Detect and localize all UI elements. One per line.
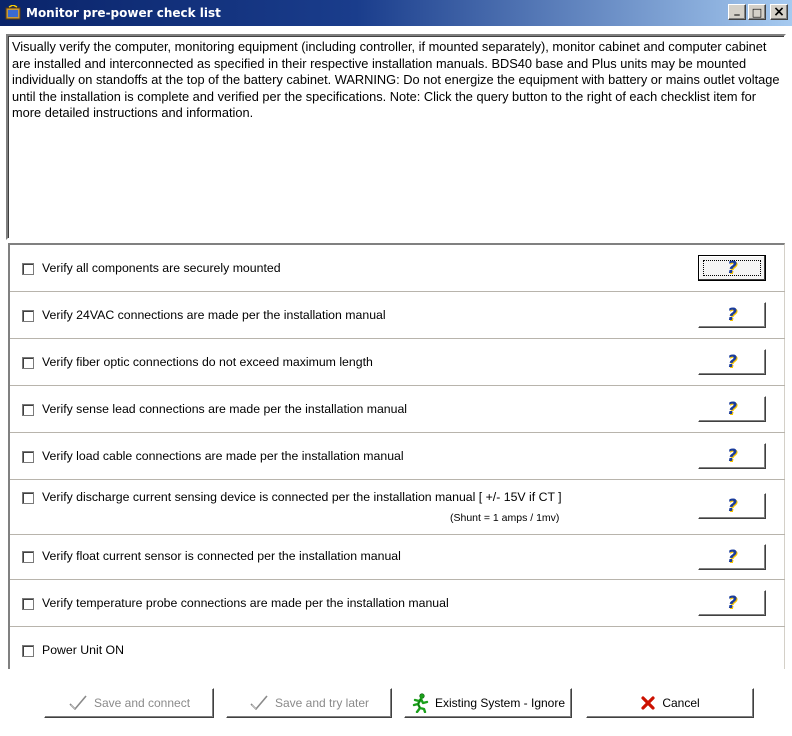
checklist-row: Verify discharge current sensing device … bbox=[10, 480, 785, 535]
cancel-label: Cancel bbox=[662, 696, 700, 710]
app-icon bbox=[4, 4, 22, 22]
checkbox-power-unit-on[interactable] bbox=[22, 645, 34, 657]
checkbox-fiber-optic-length[interactable] bbox=[22, 357, 34, 369]
checklist-item-label: Power Unit ON bbox=[42, 643, 125, 657]
maximize-button[interactable]: □ bbox=[748, 4, 766, 20]
checkbox-24vac-connections[interactable] bbox=[22, 310, 34, 322]
checkbox-discharge-current[interactable] bbox=[22, 492, 34, 504]
help-button-fiber-optic-length[interactable]: ? bbox=[698, 349, 766, 375]
minimize-button[interactable]: _ bbox=[728, 4, 746, 20]
question-icon: ? bbox=[727, 351, 737, 372]
help-button-load-cable[interactable]: ? bbox=[698, 443, 766, 469]
checkbox-components-mounted[interactable] bbox=[22, 263, 34, 275]
existing-system-ignore-button[interactable]: Existing System - Ignore bbox=[404, 688, 572, 718]
title-bar[interactable]: Monitor pre-power check list _ □ × bbox=[0, 0, 792, 26]
window-controls: _ □ × bbox=[728, 4, 788, 20]
checklist-row: Verify load cable connections are made p… bbox=[10, 433, 785, 480]
checkbox-temperature-probe[interactable] bbox=[22, 598, 34, 610]
save-and-try-later-button[interactable]: Save and try later bbox=[226, 688, 392, 718]
checklist-item-label: Verify 24VAC connections are made per th… bbox=[42, 308, 386, 322]
help-button-temperature-probe[interactable]: ? bbox=[698, 590, 766, 616]
checkbox-load-cable[interactable] bbox=[22, 451, 34, 463]
help-button-components-mounted[interactable]: ? bbox=[698, 255, 766, 281]
help-button-discharge-current[interactable]: ? bbox=[698, 493, 766, 519]
question-icon: ? bbox=[727, 495, 737, 516]
existing-system-ignore-label: Existing System - Ignore bbox=[434, 696, 566, 710]
checklist-row: Verify temperature probe connections are… bbox=[10, 580, 785, 627]
help-button-24vac-connections[interactable]: ? bbox=[698, 302, 766, 328]
question-icon: ? bbox=[727, 592, 737, 613]
checkbox-float-current[interactable] bbox=[22, 551, 34, 563]
question-icon: ? bbox=[727, 257, 737, 278]
instructions-textbox[interactable]: Visually verify the computer, monitoring… bbox=[6, 34, 786, 240]
minimize-icon: _ bbox=[734, 2, 740, 16]
checklist-row: Verify sense lead connections are made p… bbox=[10, 386, 785, 433]
maximize-icon: □ bbox=[751, 5, 763, 19]
checklist-row: Verify float current sensor is connected… bbox=[10, 535, 785, 580]
question-icon: ? bbox=[727, 546, 737, 567]
checklist-item-label: Verify sense lead connections are made p… bbox=[42, 402, 408, 416]
checklist-item-label: Verify fiber optic connections do not ex… bbox=[42, 355, 373, 369]
checklist-item-sublabel: (Shunt = 1 amps / 1mv) bbox=[450, 512, 560, 524]
question-icon: ? bbox=[727, 398, 737, 419]
close-icon: × bbox=[773, 4, 785, 20]
question-icon: ? bbox=[727, 445, 737, 466]
checklist-item-label: Verify temperature probe connections are… bbox=[42, 596, 449, 610]
checklist-item-label: Verify discharge current sensing device … bbox=[42, 490, 562, 504]
checklist-row: Verify 24VAC connections are made per th… bbox=[10, 292, 785, 339]
save-and-connect-button[interactable]: Save and connect bbox=[44, 688, 214, 718]
running-man-icon bbox=[411, 693, 429, 713]
checklist-item-label: Verify load cable connections are made p… bbox=[42, 449, 404, 463]
checklist-row: Power Unit ON bbox=[10, 627, 785, 671]
checklist-row: Verify all components are securely mount… bbox=[10, 245, 785, 292]
checklist-panel: Verify all components are securely mount… bbox=[8, 243, 785, 669]
checkmark-icon bbox=[249, 694, 269, 712]
cancel-button[interactable]: Cancel bbox=[586, 688, 754, 718]
question-icon: ? bbox=[727, 304, 737, 325]
checklist-row: Verify fiber optic connections do not ex… bbox=[10, 339, 785, 386]
window-title: Monitor pre-power check list bbox=[26, 6, 221, 20]
checklist-item-label: Verify float current sensor is connected… bbox=[42, 549, 401, 563]
checkbox-sense-lead[interactable] bbox=[22, 404, 34, 416]
help-button-float-current[interactable]: ? bbox=[698, 544, 766, 570]
checklist-window: Monitor pre-power check list _ □ × Visua… bbox=[0, 0, 792, 736]
save-and-connect-label: Save and connect bbox=[93, 696, 191, 710]
save-and-try-later-label: Save and try later bbox=[274, 696, 370, 710]
help-button-sense-lead[interactable]: ? bbox=[698, 396, 766, 422]
red-x-icon bbox=[640, 695, 656, 711]
close-button[interactable]: × bbox=[770, 4, 788, 20]
checkmark-icon bbox=[68, 694, 88, 712]
checklist-item-label: Verify all components are securely mount… bbox=[42, 261, 281, 275]
